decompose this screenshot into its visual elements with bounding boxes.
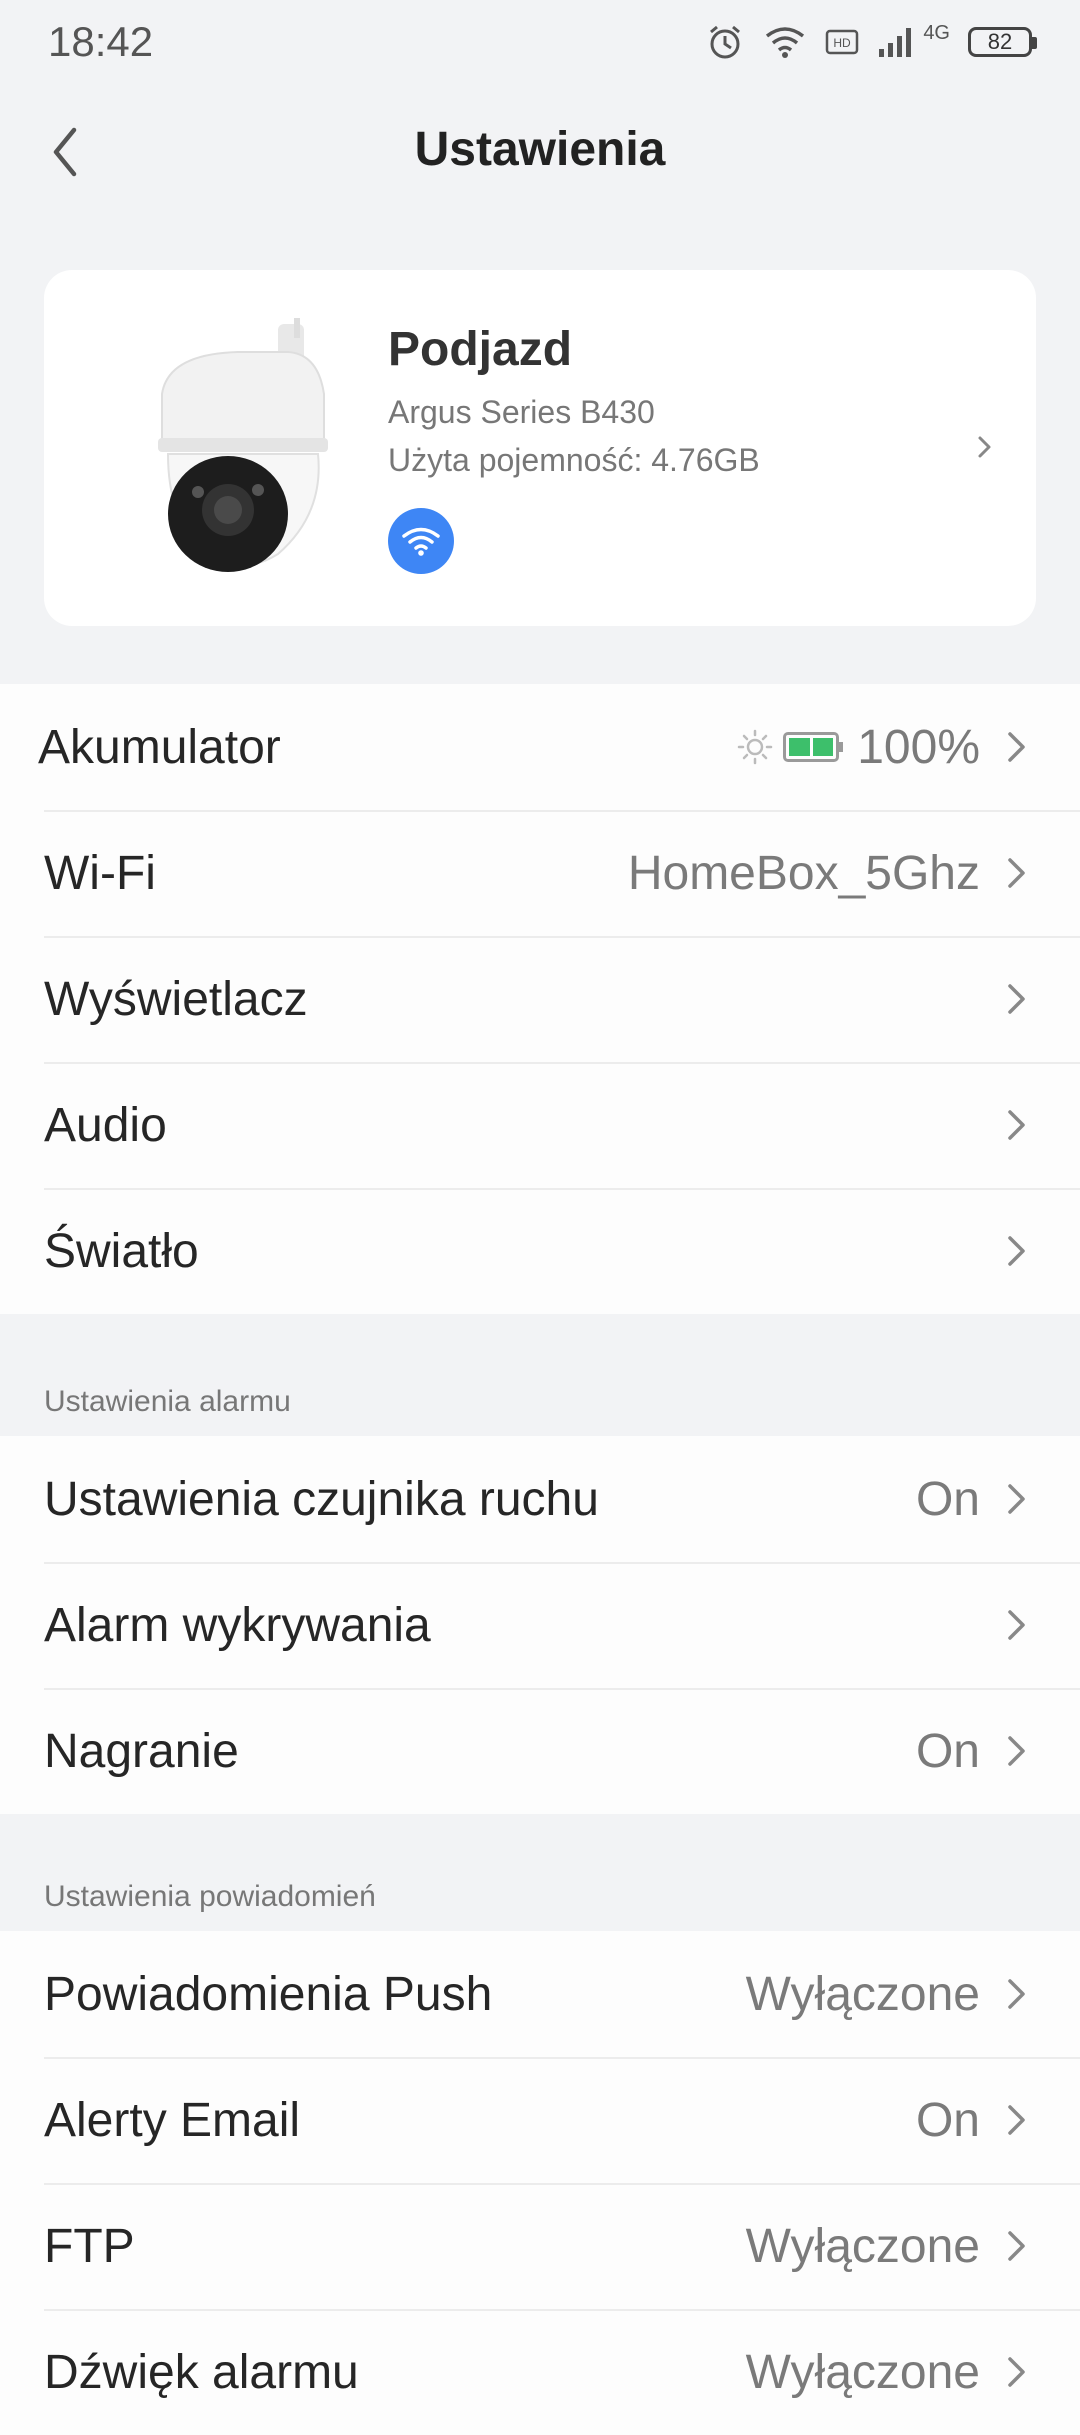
- row-label: FTP: [44, 2219, 135, 2273]
- status-time: 18:42: [48, 18, 154, 65]
- signal-icon: [879, 28, 912, 57]
- svg-text:HD: HD: [834, 36, 852, 50]
- row-value: Wyłączone: [745, 2219, 980, 2273]
- row-label: Wyświetlacz: [44, 972, 308, 1026]
- section-title-notifications: Ustawienia powiadomień: [44, 1880, 376, 1913]
- alarm-icon: [710, 25, 741, 59]
- hd-icon: HD: [826, 29, 859, 55]
- chevron-right-icon: [1008, 732, 1025, 762]
- alarm-settings-group: Ustawienia czujnika ruchu On Alarm wykry…: [0, 1436, 1080, 1814]
- row-ftp[interactable]: FTP Wyłączone: [0, 2183, 1080, 2309]
- status-bar: 18:42 HD 4G 82: [0, 0, 1080, 84]
- row-motion-sensor[interactable]: Ustawienia czujnika ruchu On: [0, 1436, 1080, 1562]
- wifi-icon: [766, 27, 805, 58]
- chevron-right-icon: [1008, 1110, 1025, 1140]
- row-email-alerts[interactable]: Alerty Email On: [0, 2057, 1080, 2183]
- general-settings-group: Akumulator 100% Wi-Fi HomeBox_5Ghz Wyświ…: [0, 684, 1080, 1314]
- row-recording[interactable]: Nagranie On: [0, 1688, 1080, 1814]
- row-display[interactable]: Wyświetlacz: [0, 936, 1080, 1062]
- row-label: Alerty Email: [44, 2093, 301, 2147]
- chevron-right-icon: [1008, 1979, 1025, 2009]
- section-title-alarm: Ustawienia alarmu: [44, 1385, 291, 1418]
- row-wifi[interactable]: Wi-Fi HomeBox_5Ghz: [0, 810, 1080, 936]
- chevron-right-icon: [1008, 984, 1025, 1014]
- row-alarm-sound[interactable]: Dźwięk alarmu Wyłączone: [0, 2309, 1080, 2435]
- chevron-right-icon: [1008, 1736, 1025, 1766]
- notification-settings-group: Powiadomienia Push Wyłączone Alerty Emai…: [0, 1931, 1080, 2435]
- device-card[interactable]: Podjazd Argus Series B430 Użyta pojemnoś…: [44, 270, 1036, 626]
- wifi-icon: [402, 527, 440, 556]
- row-battery[interactable]: Akumulator 100%: [0, 684, 1080, 810]
- row-label: Wi-Fi: [44, 846, 156, 900]
- camera-image: [158, 318, 328, 572]
- row-push-notifications[interactable]: Powiadomienia Push Wyłączone: [0, 1931, 1080, 2057]
- chevron-right-icon: [1008, 2105, 1025, 2135]
- battery-charging-icon: [783, 732, 844, 762]
- battery-icon: 82: [968, 27, 1037, 57]
- row-value: On: [915, 1472, 980, 1526]
- row-label: Powiadomienia Push: [44, 1967, 493, 2021]
- device-storage: Użyta pojemność: 4.76GB: [388, 442, 760, 478]
- page-title: Ustawienia: [414, 122, 666, 176]
- row-label: Alarm wykrywania: [44, 1598, 431, 1652]
- row-value: Wyłączone: [745, 2345, 980, 2399]
- chevron-right-icon: [1008, 2357, 1025, 2387]
- connection-badge: [388, 508, 454, 574]
- chevron-right-icon: [1008, 858, 1025, 888]
- battery-status: 100%: [737, 720, 980, 775]
- row-value: Wyłączone: [745, 1967, 980, 2021]
- row-light[interactable]: Światło: [0, 1188, 1080, 1314]
- row-label: Nagranie: [44, 1724, 239, 1778]
- network-label: 4G: [923, 22, 950, 44]
- row-detection-alarm[interactable]: Alarm wykrywania: [0, 1562, 1080, 1688]
- header: Ustawienia: [0, 84, 1080, 214]
- chevron-right-icon: [1008, 1236, 1025, 1266]
- row-value: On: [915, 1724, 980, 1778]
- row-value: HomeBox_5Ghz: [627, 846, 980, 900]
- chevron-right-icon: [1008, 1484, 1025, 1514]
- row-audio[interactable]: Audio: [0, 1062, 1080, 1188]
- device-model: Argus Series B430: [388, 394, 655, 430]
- row-label: Ustawienia czujnika ruchu: [44, 1472, 599, 1526]
- row-label: Akumulator: [38, 720, 281, 774]
- status-icons: HD 4G 82: [705, 22, 1037, 62]
- row-label: Światło: [44, 1224, 199, 1278]
- chevron-right-icon: [978, 436, 991, 458]
- row-value: 100%: [857, 720, 980, 774]
- battery-level: 82: [987, 29, 1013, 54]
- row-label: Audio: [44, 1098, 167, 1152]
- row-label: Dźwięk alarmu: [44, 2345, 359, 2399]
- chevron-left-icon[interactable]: [42, 122, 90, 182]
- device-name: Podjazd: [388, 323, 573, 376]
- chevron-right-icon: [1008, 1610, 1025, 1640]
- chevron-right-icon: [1008, 2231, 1025, 2261]
- sun-icon: [737, 729, 773, 765]
- row-value: On: [915, 2093, 980, 2147]
